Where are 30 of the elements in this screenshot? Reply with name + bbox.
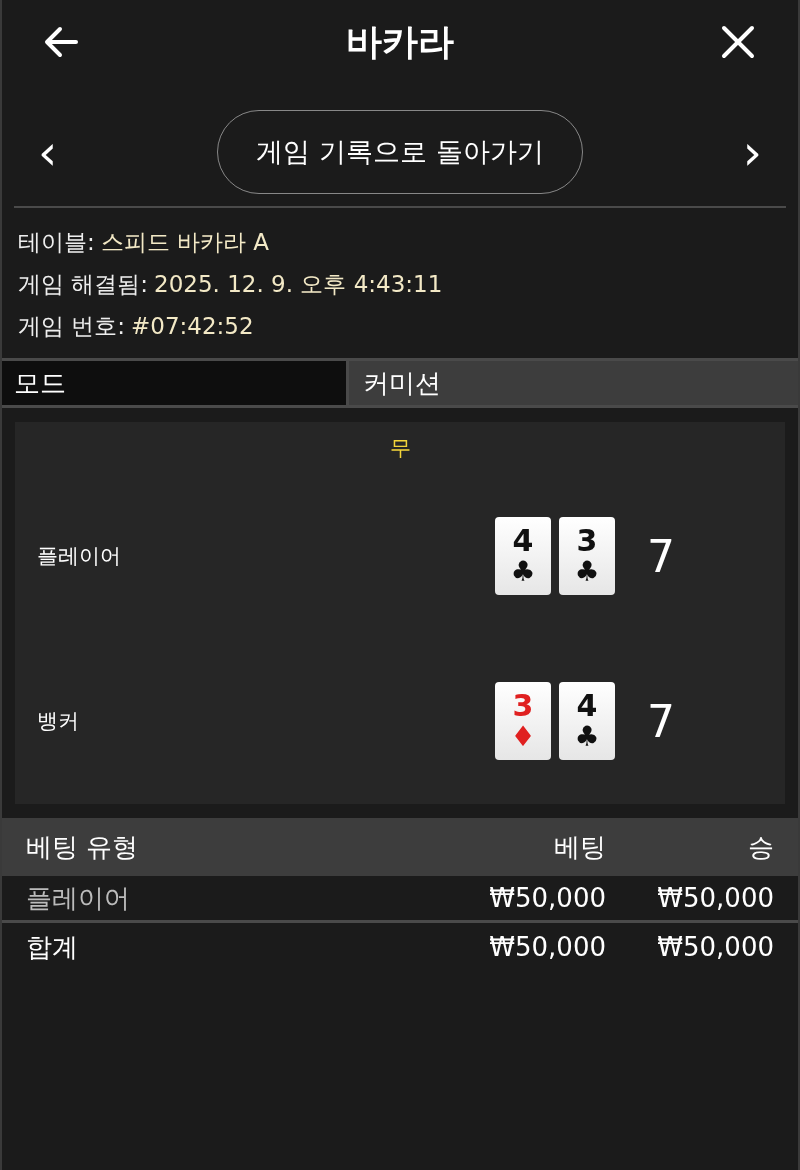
mode-label: 모드 (2, 361, 349, 405)
column-header: 베팅 (553, 830, 606, 864)
playing-card: 3 ♦ (495, 682, 551, 761)
back-to-history-button[interactable]: 게임 기록으로 돌아가기 (217, 110, 583, 194)
column-header: 베팅 유형 (26, 830, 140, 864)
info-label: 게임 번호: (18, 312, 126, 341)
table-cell-text: ₩50,000 (656, 883, 774, 913)
hand-total: 7 (646, 695, 675, 747)
table-cell-text: 합계 (26, 930, 79, 964)
hand-name: 뱅커 (36, 708, 80, 736)
info-label: 게임 해결됨: (18, 270, 149, 299)
info-label: 테이블: (18, 228, 95, 257)
info-value: #07:42:52 (131, 312, 254, 341)
next-button[interactable]: › (734, 128, 770, 176)
playing-card: 4 ♣ (495, 517, 551, 596)
outcome-text: 무 (388, 435, 412, 462)
info-value: 2025. 12. 9. 오후 4:43:11 (154, 270, 443, 299)
page-title: 바카라 (346, 19, 454, 64)
table-cell-text: 플레이어 (26, 881, 131, 915)
playing-card: 3 ♣ (559, 517, 615, 596)
playing-card: 4 ♣ (559, 682, 615, 761)
table-cell-text: ₩50,000 (488, 932, 606, 962)
table-cell-text: ₩50,000 (488, 883, 606, 913)
table-cell-text: ₩50,000 (656, 932, 774, 962)
previous-button[interactable]: ‹ (30, 128, 66, 176)
hand-name: 플레이어 (36, 543, 122, 571)
column-header: 승 (747, 830, 774, 864)
info-value: 스피드 바카라 A (100, 228, 270, 257)
mode-value: 커미션 (349, 361, 798, 405)
hand-total: 7 (646, 530, 675, 582)
